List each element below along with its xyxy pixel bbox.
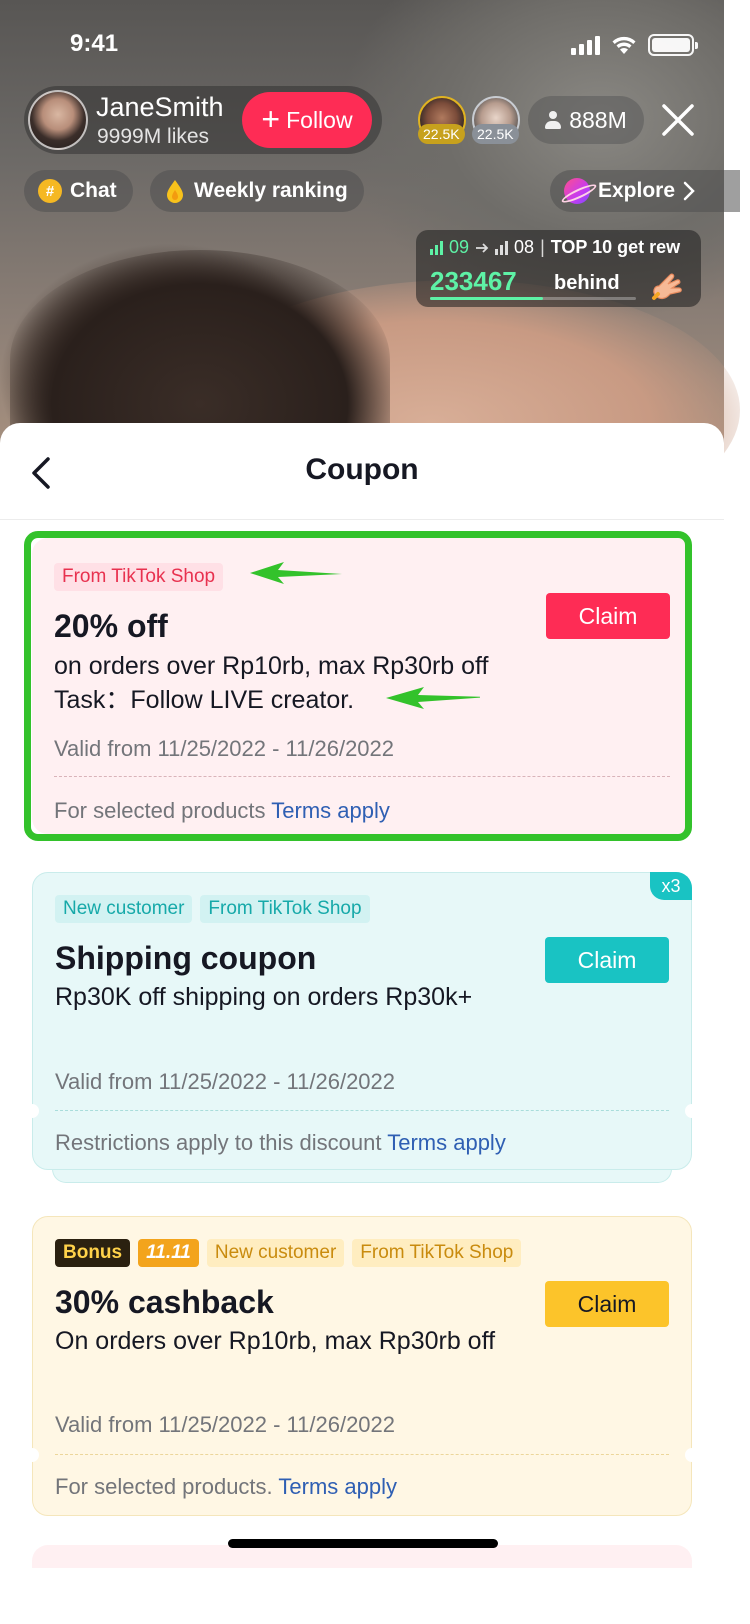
coupon-tags: New customer From TikTok Shop [55, 895, 370, 923]
coupon-card: x3 New customer From TikTok Shop Claim S… [25, 872, 699, 1170]
hash-icon: # [38, 179, 62, 203]
claim-button[interactable]: Claim [546, 593, 670, 639]
host-name: JaneSmith [96, 92, 224, 122]
coupon-tag: From TikTok Shop [200, 895, 370, 923]
host-info-pill[interactable]: JaneSmith 9999M likes + Follow [24, 86, 382, 154]
terms-link[interactable]: Terms apply [387, 1130, 506, 1155]
coupon-footer-text: For selected products. [55, 1474, 273, 1499]
explore-label: Explore [598, 179, 676, 202]
home-indicator [228, 1539, 498, 1548]
sheet-title: Coupon [305, 453, 419, 486]
coupon-tag: Bonus [55, 1239, 131, 1267]
coupon-tags: Bonus 11.11 New customer From TikTok Sho… [55, 1239, 522, 1267]
top-viewer-badge: 22.5K [418, 124, 465, 144]
coupon-multiplier-badge: x3 [650, 872, 692, 900]
viewer-count: 888M [569, 106, 627, 133]
pointing-hand-icon [652, 273, 682, 300]
coupon-tags: From TikTok Shop [54, 563, 224, 591]
flame-drop-icon [167, 180, 183, 203]
coupon-title: Shipping coupon [55, 940, 317, 976]
host-avatar[interactable] [28, 90, 88, 150]
coupon-footer: For selected products Terms apply [54, 798, 390, 824]
coupon-divider [54, 776, 670, 777]
ranking-progress-box[interactable]: 09 08 | TOP 10 get rew 233467 behind [416, 230, 701, 307]
green-arrow-icon [250, 562, 342, 584]
top-label: TOP 10 get rew [550, 237, 681, 257]
coupon-notch [25, 1448, 39, 1462]
terms-link[interactable]: Terms apply [271, 798, 390, 823]
bar-chart-icon [495, 240, 509, 255]
ranking-header: 09 08 | TOP 10 get rew [430, 237, 680, 258]
plus-icon: + [261, 100, 281, 137]
coupon-tag: New customer [206, 1239, 345, 1267]
chat-chip[interactable]: # Chat [24, 170, 133, 212]
coupon-footer: Restrictions apply to this discount Term… [55, 1130, 506, 1156]
coupon-notch [25, 1104, 39, 1118]
status-bar: 9:41 [0, 0, 724, 90]
coupon-footer-text: For selected products [54, 798, 266, 823]
chevron-right-icon [683, 181, 695, 201]
wifi-icon [612, 36, 636, 54]
coupon-tag: 11.11 [138, 1239, 199, 1267]
host-likes: 9999M likes [97, 125, 210, 148]
weekly-ranking-chip[interactable]: Weekly ranking [150, 170, 364, 212]
coupon-valid-dates: Valid from 11/25/2022 - 11/26/2022 [54, 736, 395, 761]
coupon-card: From TikTok Shop Claim 20% off on orders… [32, 538, 692, 834]
battery-icon [648, 34, 698, 56]
coupon-tag: From TikTok Shop [352, 1239, 522, 1267]
signal-icon [571, 35, 600, 55]
ranking-points: 233467 [430, 266, 517, 296]
chat-label: Chat [70, 179, 117, 202]
behind-label: behind [554, 272, 620, 294]
coupon-valid-dates: Valid from 11/25/2022 - 11/26/2022 [55, 1412, 396, 1437]
close-icon[interactable] [655, 96, 701, 144]
arrow-right-icon [476, 242, 489, 253]
coupon-divider [55, 1110, 669, 1111]
coupon-title: 30% cashback [55, 1284, 274, 1320]
coupon-card-partial [32, 1545, 692, 1568]
next-rank: 08 [514, 237, 535, 257]
coupon-card: Bonus 11.11 New customer From TikTok Sho… [25, 1216, 699, 1516]
planet-icon [564, 178, 590, 204]
coupon-tag: New customer [55, 895, 193, 923]
claim-button[interactable]: Claim [545, 1281, 669, 1327]
explore-chip[interactable]: Explore [550, 170, 740, 212]
coupon-description: On orders over Rp10rb, max Rp30rb off [55, 1327, 496, 1355]
terms-link[interactable]: Terms apply [278, 1474, 397, 1499]
coupon-description: Rp30K off shipping on orders Rp30k+ [55, 983, 473, 1011]
coupon-title: 20% off [54, 608, 168, 644]
green-arrow-icon [386, 687, 480, 709]
follow-button[interactable]: + Follow [242, 92, 372, 148]
top-viewer-badge: 22.5K [472, 124, 519, 144]
coupon-sheet: Coupon From TikTok Shop Claim 20% off on… [0, 423, 724, 1568]
weekly-ranking-label: Weekly ranking [194, 179, 348, 202]
coupon-footer-text: Restrictions apply to this discount [55, 1130, 382, 1155]
current-rank: 09 [449, 237, 470, 257]
coupon-notch [685, 1104, 699, 1118]
bar-chart-icon [430, 240, 443, 255]
coupon-tag: From TikTok Shop [54, 563, 224, 591]
viewer-count-button[interactable]: 888M [528, 96, 644, 144]
coupon-divider [55, 1454, 669, 1455]
coupon-description: on orders over Rp10rb, max Rp30rb off [54, 652, 489, 680]
status-time: 9:41 [70, 30, 119, 57]
ranking-progress-bar [430, 297, 636, 300]
coupon-notch [685, 1448, 699, 1462]
sheet-header: Coupon [0, 423, 724, 520]
follow-label: Follow [286, 106, 353, 133]
coupon-valid-dates: Valid from 11/25/2022 - 11/26/2022 [55, 1069, 396, 1094]
claim-button[interactable]: Claim [545, 937, 669, 983]
status-icons [571, 34, 698, 56]
person-icon [545, 111, 562, 129]
coupon-footer: For selected products. Terms apply [55, 1474, 397, 1500]
